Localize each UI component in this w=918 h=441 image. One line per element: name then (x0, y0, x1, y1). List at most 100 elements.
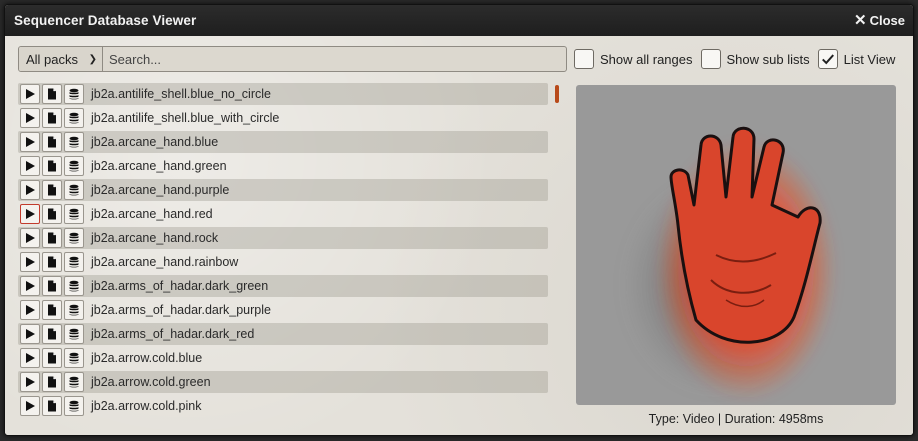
play-button[interactable] (20, 324, 40, 344)
database-button[interactable] (64, 324, 84, 344)
play-icon (24, 280, 36, 292)
database-button[interactable] (64, 84, 84, 104)
database-button[interactable] (64, 132, 84, 152)
show-all-ranges-checkbox[interactable] (574, 49, 594, 69)
database-button[interactable] (64, 372, 84, 392)
file-button[interactable] (42, 252, 62, 272)
database-icon (68, 256, 80, 268)
list-scrollbar-thumb[interactable] (555, 85, 559, 103)
database-button[interactable] (64, 252, 84, 272)
option-list-view[interactable]: List View (817, 49, 895, 69)
pack-select[interactable]: All packs ❯ (19, 47, 103, 71)
database-icon (68, 160, 80, 172)
entry-name: jb2a.antilife_shell.blue_no_circle (91, 87, 271, 101)
pack-select-value: All packs (26, 51, 79, 67)
database-button[interactable] (64, 300, 84, 320)
list-item: jb2a.antilife_shell.blue_no_circle (18, 83, 548, 105)
database-icon (68, 376, 80, 388)
play-icon (24, 208, 36, 220)
database-button[interactable] (64, 108, 84, 128)
entry-name: jb2a.arcane_hand.blue (91, 135, 219, 149)
file-button[interactable] (42, 372, 62, 392)
play-button[interactable] (20, 228, 40, 248)
window-content: All packs ❯ Show all ranges Show sub list… (5, 36, 913, 435)
file-button[interactable] (42, 276, 62, 296)
database-button[interactable] (64, 180, 84, 200)
file-button[interactable] (42, 396, 62, 416)
file-icon (46, 352, 58, 364)
list-item: jb2a.arcane_hand.rainbow (18, 251, 548, 273)
file-icon (46, 400, 58, 412)
toolbar: All packs ❯ Show all ranges Show sub list… (18, 46, 903, 72)
file-icon (46, 376, 58, 388)
close-icon: ✕ (854, 12, 867, 29)
database-button[interactable] (64, 156, 84, 176)
file-button[interactable] (42, 348, 62, 368)
play-button[interactable] (20, 132, 40, 152)
play-button[interactable] (20, 348, 40, 368)
database-icon (68, 352, 80, 364)
database-button[interactable] (64, 348, 84, 368)
option-show-sub-lists[interactable]: Show sub lists (700, 49, 810, 69)
file-button[interactable] (42, 84, 62, 104)
option-show-all-ranges[interactable]: Show all ranges (574, 49, 693, 69)
database-icon (68, 112, 80, 124)
file-button[interactable] (42, 324, 62, 344)
play-icon (24, 112, 36, 124)
entry-name: jb2a.arcane_hand.red (91, 207, 213, 221)
list-item: jb2a.arrow.cold.green (18, 371, 548, 393)
play-icon (24, 160, 36, 172)
window-title: Sequencer Database Viewer (14, 13, 197, 28)
file-icon (46, 256, 58, 268)
file-button[interactable] (42, 204, 62, 224)
entry-name: jb2a.arrow.cold.green (91, 375, 211, 389)
database-icon (68, 232, 80, 244)
file-button[interactable] (42, 132, 62, 152)
effect-list[interactable]: jb2a.antilife_shell.blue_no_circle jb2a.a… (18, 83, 552, 424)
close-label: Close (869, 13, 905, 28)
list-item: jb2a.arms_of_hadar.dark_purple (18, 299, 548, 321)
sequencer-database-viewer-window: Sequencer Database Viewer ✕ Close All pa… (4, 4, 914, 436)
file-button[interactable] (42, 108, 62, 128)
database-button[interactable] (64, 228, 84, 248)
list-item: jb2a.arcane_hand.red (18, 203, 548, 225)
file-button[interactable] (42, 228, 62, 248)
close-button[interactable]: ✕ Close (854, 13, 905, 28)
play-button[interactable] (20, 300, 40, 320)
show-sub-lists-checkbox[interactable] (700, 49, 721, 69)
list-item: jb2a.arcane_hand.purple (18, 179, 548, 201)
database-button[interactable] (64, 276, 84, 296)
entry-name: jb2a.arrow.cold.pink (91, 399, 202, 413)
entry-name: jb2a.antilife_shell.blue_with_circle (91, 111, 280, 125)
list-item: jb2a.arrow.cold.pink (18, 395, 548, 417)
list-item: jb2a.arms_of_hadar.dark_green (18, 275, 548, 297)
list-view-checkbox[interactable] (817, 49, 838, 69)
entry-name: jb2a.arms_of_hadar.dark_green (91, 279, 269, 293)
file-icon (46, 280, 58, 292)
file-button[interactable] (42, 180, 62, 200)
play-icon (24, 376, 36, 388)
database-icon (68, 88, 80, 100)
file-icon (46, 208, 58, 220)
play-icon (24, 352, 36, 364)
database-button[interactable] (64, 396, 84, 416)
play-button[interactable] (20, 84, 40, 104)
play-button[interactable] (20, 252, 40, 272)
file-icon (46, 184, 58, 196)
play-icon (24, 328, 36, 340)
file-button[interactable] (42, 300, 62, 320)
database-button[interactable] (64, 204, 84, 224)
play-button[interactable] (20, 276, 40, 296)
file-icon (46, 304, 58, 316)
play-button[interactable] (20, 156, 40, 176)
window-titlebar[interactable]: Sequencer Database Viewer ✕ Close (5, 5, 913, 36)
search-input[interactable] (103, 47, 566, 71)
entry-name: jb2a.arms_of_hadar.dark_red (91, 327, 255, 341)
play-button[interactable] (20, 180, 40, 200)
file-button[interactable] (42, 156, 62, 176)
play-button[interactable] (20, 396, 40, 416)
play-button[interactable] (20, 204, 40, 224)
entry-name: jb2a.arcane_hand.rock (91, 231, 219, 245)
play-button[interactable] (20, 372, 40, 392)
play-button[interactable] (20, 108, 40, 128)
